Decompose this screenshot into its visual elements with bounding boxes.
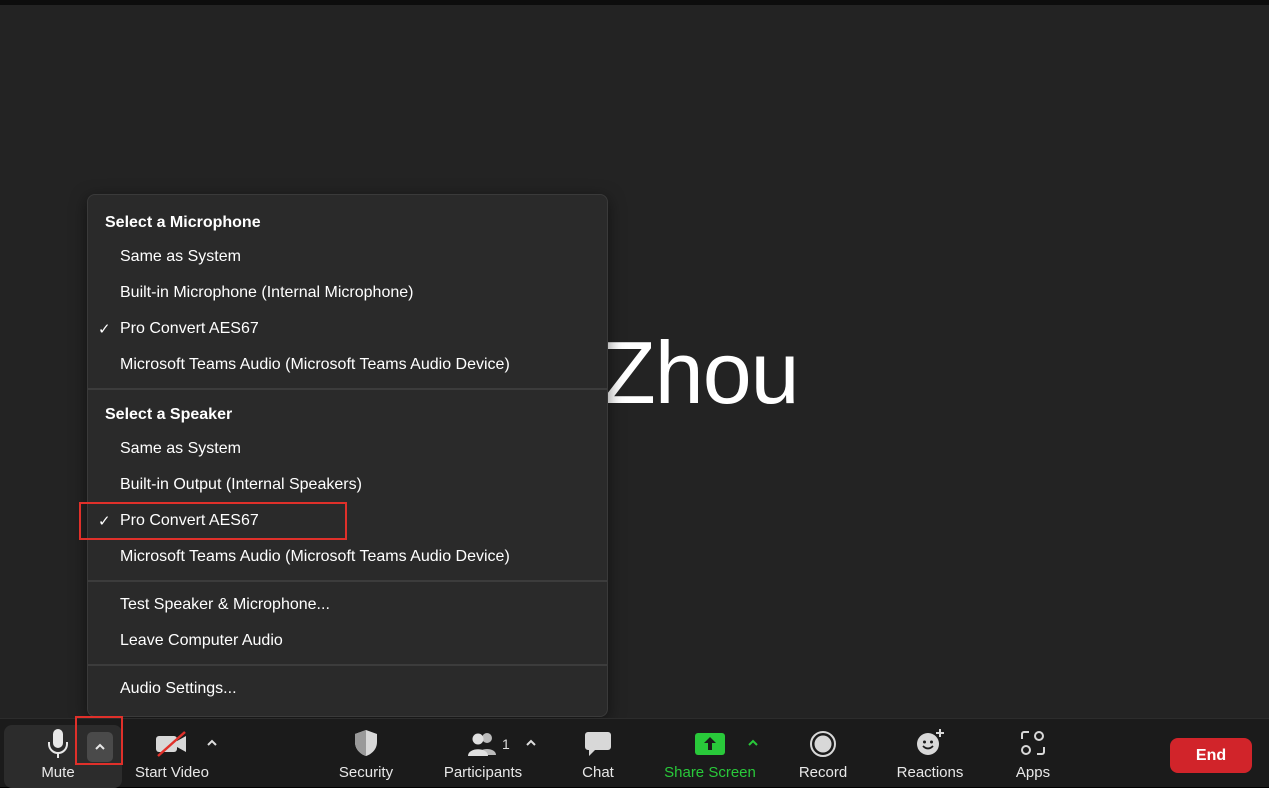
chevron-up-icon [207,739,217,746]
menu-item-label: Microsoft Teams Audio (Microsoft Teams A… [120,356,510,373]
mute-button[interactable]: Mute [20,719,96,788]
chevron-up-icon [526,739,536,746]
menu-item-label: Built-in Microphone (Internal Microphone… [120,284,414,301]
meeting-toolbar: Mute Start Video Security 1 Participants… [0,716,1269,788]
audio-options-caret-button[interactable] [87,732,113,762]
zoom-meeting-window: Zhou Select a Microphone Same as System … [0,0,1269,788]
video-off-icon [155,731,189,762]
speaker-section-header: Select a Speaker [105,406,233,423]
checkmark-icon: ✓ [98,321,111,338]
participants-options-caret[interactable] [523,735,539,756]
mic-option-built-in[interactable]: Built-in Microphone (Internal Microphone… [88,277,607,311]
video-options-caret[interactable] [204,735,220,756]
participants-count: 1 [502,736,510,752]
menu-item-label: Built-in Output (Internal Speakers) [120,476,362,493]
shield-icon [354,729,378,762]
speaker-option-built-in[interactable]: Built-in Output (Internal Speakers) [88,469,607,503]
chat-bubble-icon [584,730,612,763]
menu-divider [88,664,607,666]
chat-button[interactable]: Chat [568,719,628,788]
mic-option-pro-convert[interactable]: ✓ Pro Convert AES67 [88,313,607,347]
checkmark-icon: ✓ [98,513,111,530]
chevron-up-icon [748,739,758,746]
speaker-option-teams-audio[interactable]: Microsoft Teams Audio (Microsoft Teams A… [88,541,607,575]
menu-divider [88,388,607,390]
menu-item-label: Test Speaker & Microphone... [120,596,330,613]
audio-settings-item[interactable]: Audio Settings... [88,673,607,707]
apps-label: Apps [1015,764,1051,781]
record-icon [809,730,837,763]
microphone-icon [47,728,69,765]
menu-item-label: Pro Convert AES67 [120,512,259,529]
end-meeting-button[interactable]: End [1170,738,1252,773]
menu-item-label: Same as System [120,440,241,457]
participant-name: Zhou [602,323,800,422]
record-label: Record [798,764,848,781]
share-screen-options-caret[interactable] [745,735,761,756]
menu-item-label: Microsoft Teams Audio (Microsoft Teams A… [120,548,510,565]
share-screen-label: Share Screen [664,764,756,781]
mic-option-teams-audio[interactable]: Microsoft Teams Audio (Microsoft Teams A… [88,349,607,383]
share-screen-icon [694,732,726,761]
test-speaker-microphone-item[interactable]: Test Speaker & Microphone... [88,589,607,623]
participants-icon [467,732,499,761]
reactions-button[interactable]: Reactions [886,719,974,788]
speaker-option-same-as-system[interactable]: Same as System [88,433,607,467]
menu-item-label: Pro Convert AES67 [120,320,259,337]
chat-label: Chat [582,764,614,781]
menu-divider [88,580,607,582]
security-button[interactable]: Security [326,719,406,788]
start-video-label: Start Video [135,764,209,781]
participants-label: Participants [443,764,523,781]
mic-option-same-as-system[interactable]: Same as System [88,241,607,275]
apps-icon [1020,730,1046,761]
menu-item-label: Same as System [120,248,241,265]
chevron-up-icon [95,743,105,750]
leave-computer-audio-item[interactable]: Leave Computer Audio [88,625,607,659]
record-button[interactable]: Record [788,719,858,788]
speaker-option-pro-convert[interactable]: ✓ Pro Convert AES67 [88,505,607,539]
menu-item-label: Audio Settings... [120,680,237,697]
participants-button[interactable]: 1 Participants [438,719,528,788]
smiley-plus-icon [915,728,945,763]
mute-label: Mute [41,764,75,781]
reactions-label: Reactions [896,764,964,781]
menu-item-label: Leave Computer Audio [120,632,283,649]
security-label: Security [338,764,394,781]
microphone-section-header: Select a Microphone [105,214,261,231]
apps-button[interactable]: Apps [1004,719,1062,788]
audio-options-menu: Select a Microphone Same as System Built… [87,194,608,717]
